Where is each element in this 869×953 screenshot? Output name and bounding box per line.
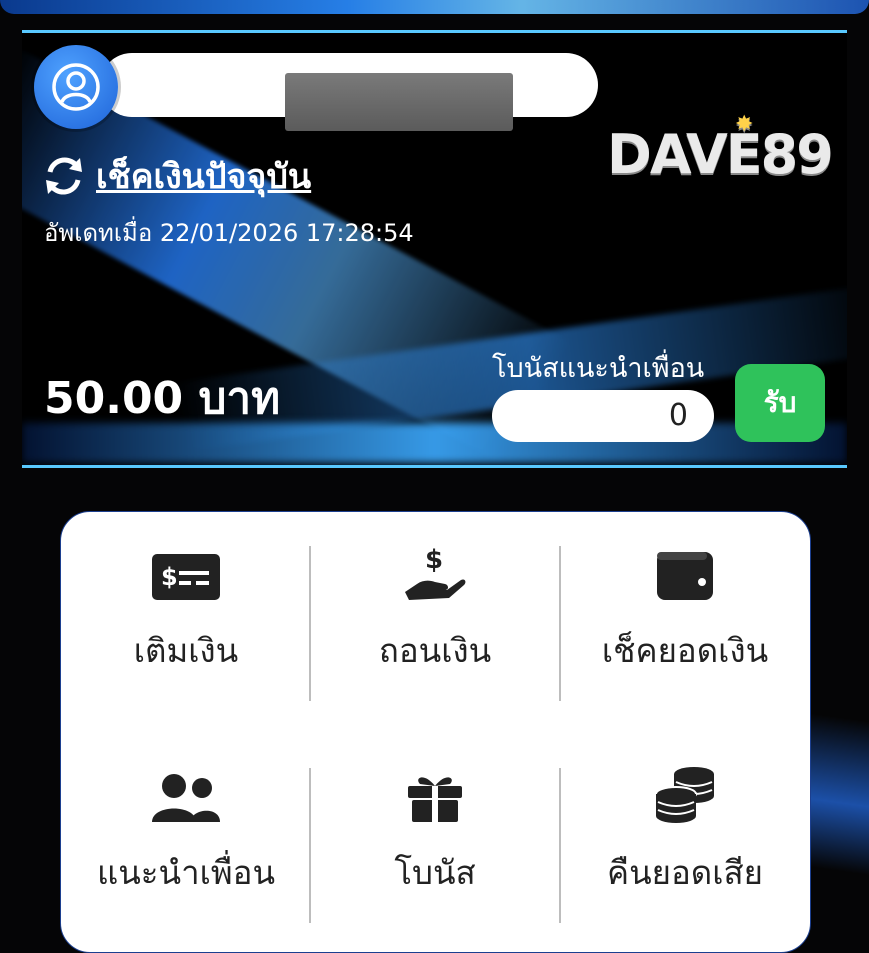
- hand-dollar-icon: $: [405, 545, 466, 600]
- last-updated-text: อัพเดทเมื่อ 22/01/2026 17:28:54: [44, 219, 414, 247]
- claim-button[interactable]: รับ: [735, 364, 825, 442]
- check-balance-label: เช็คเงินปัจจุบัน: [96, 157, 312, 197]
- money-bill-icon: $: [152, 554, 220, 600]
- menu-label: โบนัส: [394, 853, 476, 892]
- svg-text:$: $: [425, 545, 443, 575]
- svg-text:$: $: [161, 563, 178, 591]
- menu-label: ถอนเงิน: [378, 631, 492, 670]
- wallet-icon: [657, 552, 713, 600]
- menu-check-balance[interactable]: เช็คยอดเงิน: [560, 512, 810, 712]
- balance-card: DAVE89 ✸ เช็คเงินปัจจุบัน อัพเดทเมื่อ 22…: [22, 30, 847, 468]
- action-menu: $ เติมเงิน $ ถอนเงิน เช็คยอดเงิน แนะนำเพ…: [60, 511, 811, 953]
- gift-icon: [408, 777, 462, 822]
- menu-refer-friend[interactable]: แนะนำเพื่อน: [61, 734, 311, 934]
- balance-amount: 50.00 บาท: [44, 373, 281, 424]
- refresh-icon: [46, 157, 82, 195]
- refresh-balance-link[interactable]: เช็คเงินปัจจุบัน: [42, 151, 311, 201]
- menu-label: เติมเงิน: [133, 631, 239, 670]
- referral-bonus-label: โบนัสแนะนำเพื่อน: [492, 353, 705, 384]
- avatar[interactable]: [34, 45, 118, 129]
- top-bar-glow: [0, 0, 869, 14]
- menu-bonus[interactable]: โบนัส: [310, 734, 560, 934]
- menu-deposit[interactable]: $ เติมเงิน: [61, 512, 311, 712]
- referral-bonus-value: 0: [492, 390, 714, 442]
- coins-icon: [655, 767, 714, 823]
- spark-icon: ✸: [735, 112, 753, 137]
- menu-cashback[interactable]: คืนยอดเสีย: [560, 734, 810, 934]
- user-icon: [52, 63, 100, 111]
- users-icon: [152, 774, 220, 822]
- menu-label: เช็คยอดเงิน: [601, 631, 769, 670]
- menu-label: คืนยอดเสีย: [607, 853, 763, 892]
- menu-label: แนะนำเพื่อน: [96, 853, 276, 892]
- brand-logo: DAVE89 ✸: [607, 112, 834, 185]
- username-pill: [100, 53, 598, 131]
- username-redacted: [285, 73, 513, 131]
- menu-withdraw[interactable]: $ ถอนเงิน: [310, 512, 560, 712]
